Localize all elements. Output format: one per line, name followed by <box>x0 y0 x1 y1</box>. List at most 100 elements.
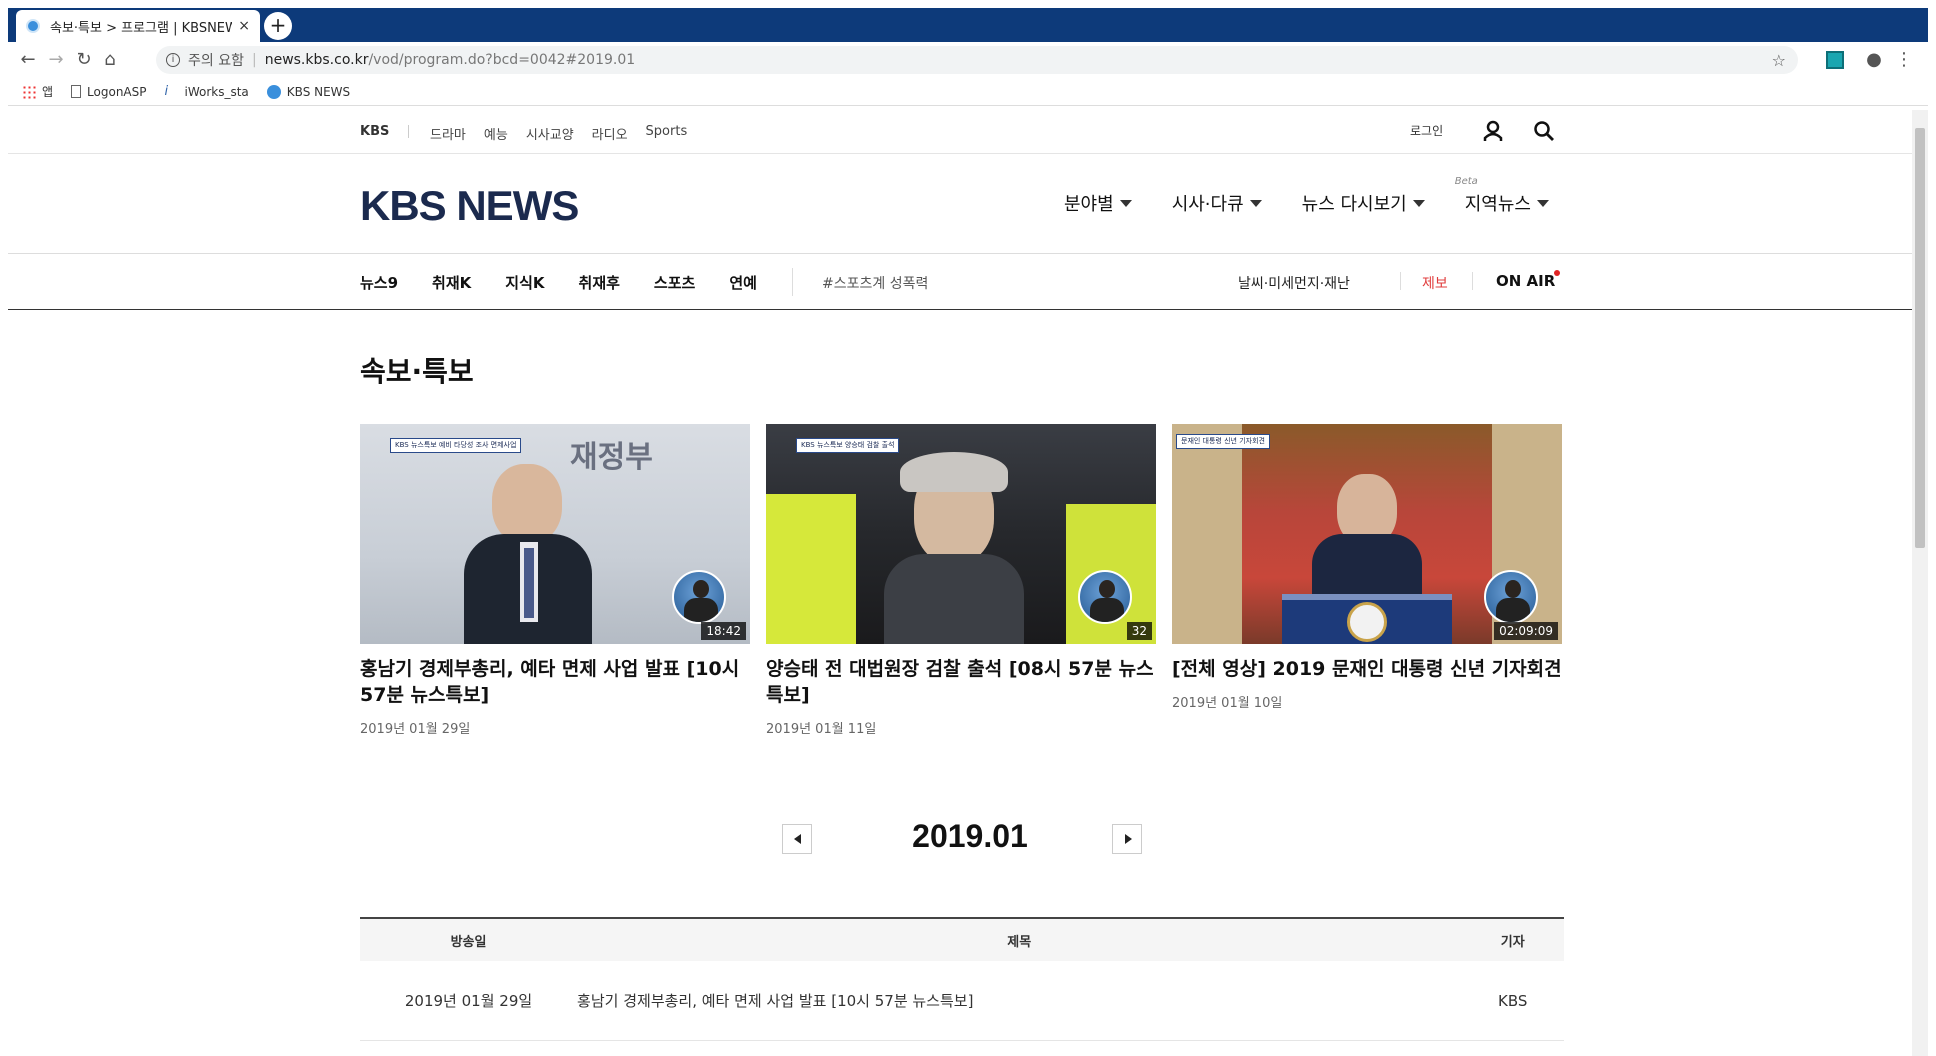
browser-tab[interactable]: 속보·특보 > 프로그램 | KBSNEWS × <box>16 10 260 42</box>
forward-arrow-icon[interactable]: → <box>44 48 68 72</box>
video-title[interactable]: [전체 영상] 2019 문재인 대통령 신년 기자회견 <box>1172 656 1562 682</box>
caret-down-icon <box>1537 199 1549 207</box>
main-menu: 분야별 시사·다큐 뉴스 다시보기 Beta 지역뉴스 <box>1064 176 1589 216</box>
thumbnail-figure <box>1172 424 1242 644</box>
menu-current-affairs[interactable]: 시사·다큐 <box>1172 190 1262 216</box>
menu-news-replay[interactable]: 뉴스 다시보기 <box>1302 190 1425 216</box>
kbs-news-logo[interactable]: KBS NEWS <box>360 182 579 230</box>
kbs-home-link[interactable]: KBS <box>360 124 389 139</box>
kbs-icon <box>266 84 281 99</box>
weather-link[interactable]: 날씨·미세먼지·재난 <box>1238 273 1350 293</box>
broadcast-caption: KBS 뉴스특보 양승태 검찰 출석 <box>796 438 900 453</box>
topnav-link-sports[interactable]: Sports <box>646 124 688 143</box>
thumbnail-figure <box>492 464 562 544</box>
login-link[interactable]: 로그인 <box>1410 122 1443 139</box>
video-thumbnail[interactable]: 문재인 대통령 신년 기자회견 02:09:09 <box>1172 424 1562 644</box>
caret-down-icon <box>1249 199 1262 207</box>
subnav-chwijaehu[interactable]: 취재후 <box>579 272 620 293</box>
onair-link[interactable]: ON AIR <box>1496 272 1555 290</box>
live-dot-icon <box>1554 270 1560 276</box>
broadcast-table: 방송일 제목 기자 2019년 01월 29일 홍남기 경제부총리, 예타 면제… <box>360 917 1564 1041</box>
page-icon <box>71 85 82 98</box>
topnav-link-variety[interactable]: 예능 <box>484 124 508 143</box>
tab-close-icon[interactable]: × <box>238 18 250 34</box>
video-thumbnail[interactable]: 재정부 KBS 뉴스특보 예비 타당성 조사 면제사업 18:42 <box>360 424 750 644</box>
topnav-links: 드라마 예능 시사교양 라디오 Sports <box>430 124 705 143</box>
security-label: 주의 요함 <box>188 53 244 69</box>
prev-month-button[interactable] <box>782 824 812 854</box>
current-month: 2019.01 <box>912 818 1028 854</box>
search-icon[interactable] <box>1533 120 1555 142</box>
menu-dots-icon[interactable]: ⋮ <box>1892 48 1916 72</box>
reload-icon[interactable]: ↻ <box>72 48 96 72</box>
thumbnail-figure <box>766 494 856 644</box>
bookmark-iworks[interactable]: i iWorks_sta <box>165 84 249 99</box>
menu-label: 시사·다큐 <box>1171 194 1244 215</box>
back-arrow-icon[interactable]: ← <box>16 48 40 72</box>
topnav-link-drama[interactable]: 드라마 <box>430 124 466 143</box>
column-header-title: 제목 <box>1007 934 1032 950</box>
profile-icon[interactable]: ● <box>1862 48 1886 72</box>
video-duration: 02:09:09 <box>1494 622 1558 640</box>
bookmark-label: 앱 <box>42 85 54 99</box>
video-card[interactable]: 재정부 KBS 뉴스특보 예비 타당성 조사 면제사업 18:42 홍남기 경제… <box>360 424 750 737</box>
sign-language-inset <box>672 570 726 624</box>
caret-down-icon <box>1412 199 1425 207</box>
divider <box>1400 272 1401 290</box>
video-date: 2019년 01월 29일 <box>360 722 471 737</box>
url-host: news.kbs.co.kr <box>264 52 369 68</box>
column-header-reporter: 기자 <box>1500 934 1525 950</box>
subnav-jisikk[interactable]: 지식K <box>505 272 544 293</box>
menu-category[interactable]: 분야별 <box>1064 190 1132 216</box>
divider <box>792 268 793 296</box>
thumbnail-figure <box>884 554 1024 644</box>
bookmark-logonasp[interactable]: LogonASP <box>71 85 147 99</box>
apps-icon <box>22 84 36 99</box>
row-date: 2019년 01월 29일 <box>404 992 533 1010</box>
info-icon[interactable]: i <box>166 53 180 67</box>
next-month-button[interactable] <box>1112 824 1142 854</box>
video-date: 2019년 01월 10일 <box>1172 696 1283 711</box>
table-row[interactable]: 2019년 01월 29일 홍남기 경제부총리, 예타 면제 사업 발표 [10… <box>360 961 1564 1041</box>
user-icon[interactable] <box>1482 120 1504 142</box>
topnav-link-radio[interactable]: 라디오 <box>592 124 628 143</box>
background-sign-text: 재정부 <box>570 440 653 475</box>
topnav-link-culture[interactable]: 시사교양 <box>526 124 574 143</box>
menu-local-news[interactable]: Beta 지역뉴스 <box>1455 176 1549 216</box>
browser-toolbar: ← → ↻ ⌂ i 주의 요함 | news.kbs.co.kr/vod/pro… <box>8 42 1928 78</box>
page-title: 속보·특보 <box>360 355 474 388</box>
subnav-chwijaek[interactable]: 취재K <box>432 272 471 293</box>
row-title[interactable]: 홍남기 경제부총리, 예타 면제 사업 발표 [10시 57분 뉴스특보] <box>577 990 1461 1011</box>
video-card[interactable]: 문재인 대통령 신년 기자회견 02:09:09 [전체 영상] 2019 문재… <box>1172 424 1562 711</box>
broadcast-caption: KBS 뉴스특보 예비 타당성 조사 면제사업 <box>390 438 522 453</box>
caret-down-icon <box>1119 199 1132 207</box>
bookmark-apps[interactable]: 앱 <box>22 83 53 100</box>
report-link[interactable]: 제보 <box>1422 273 1448 293</box>
scrollbar-thumb[interactable] <box>1915 128 1925 548</box>
menu-label: 뉴스 다시보기 <box>1301 194 1407 215</box>
video-cards: 재정부 KBS 뉴스특보 예비 타당성 조사 면제사업 18:42 홍남기 경제… <box>360 424 1562 764</box>
video-thumbnail[interactable]: KBS 뉴스특보 양승태 검찰 출석 32 <box>766 424 1156 644</box>
video-card[interactable]: KBS 뉴스특보 양승태 검찰 출석 32 양승태 전 대법원장 검찰 출석 [… <box>766 424 1156 737</box>
new-tab-button[interactable]: + <box>264 12 292 40</box>
table-header: 방송일 제목 기자 <box>360 917 1564 961</box>
divider <box>408 125 409 138</box>
home-icon[interactable]: ⌂ <box>98 48 122 72</box>
extension-icon[interactable] <box>1826 51 1844 69</box>
hashtag-link[interactable]: #스포츠계 성폭력 <box>822 273 928 293</box>
subnav-entertainment[interactable]: 연예 <box>729 272 757 293</box>
address-bar[interactable]: i 주의 요함 | news.kbs.co.kr/vod/program.do?… <box>156 46 1798 74</box>
video-title[interactable]: 양승태 전 대법원장 검찰 출석 [08시 57분 뉴스특보] <box>766 656 1156 708</box>
thumbnail-figure <box>524 548 534 618</box>
subnav-sports[interactable]: 스포츠 <box>654 272 695 293</box>
subnav-news9[interactable]: 뉴스9 <box>360 272 398 293</box>
web-page: KBS 드라마 예능 시사교양 라디오 Sports 로그인 KBS NEWS … <box>8 110 1912 1056</box>
bookmark-kbs-news[interactable]: KBS NEWS <box>266 84 350 99</box>
video-title[interactable]: 홍남기 경제부총리, 예타 면제 사업 발표 [10시 57분 뉴스특보] <box>360 656 750 708</box>
divider <box>1472 272 1473 290</box>
thumbnail-figure <box>900 452 1008 492</box>
bookmark-label: iWorks_sta <box>184 84 249 99</box>
bookmark-star-icon[interactable]: ☆ <box>1772 51 1786 70</box>
top-nav: KBS 드라마 예능 시사교양 라디오 Sports 로그인 <box>8 110 1912 154</box>
beta-badge: Beta <box>1454 176 1478 187</box>
